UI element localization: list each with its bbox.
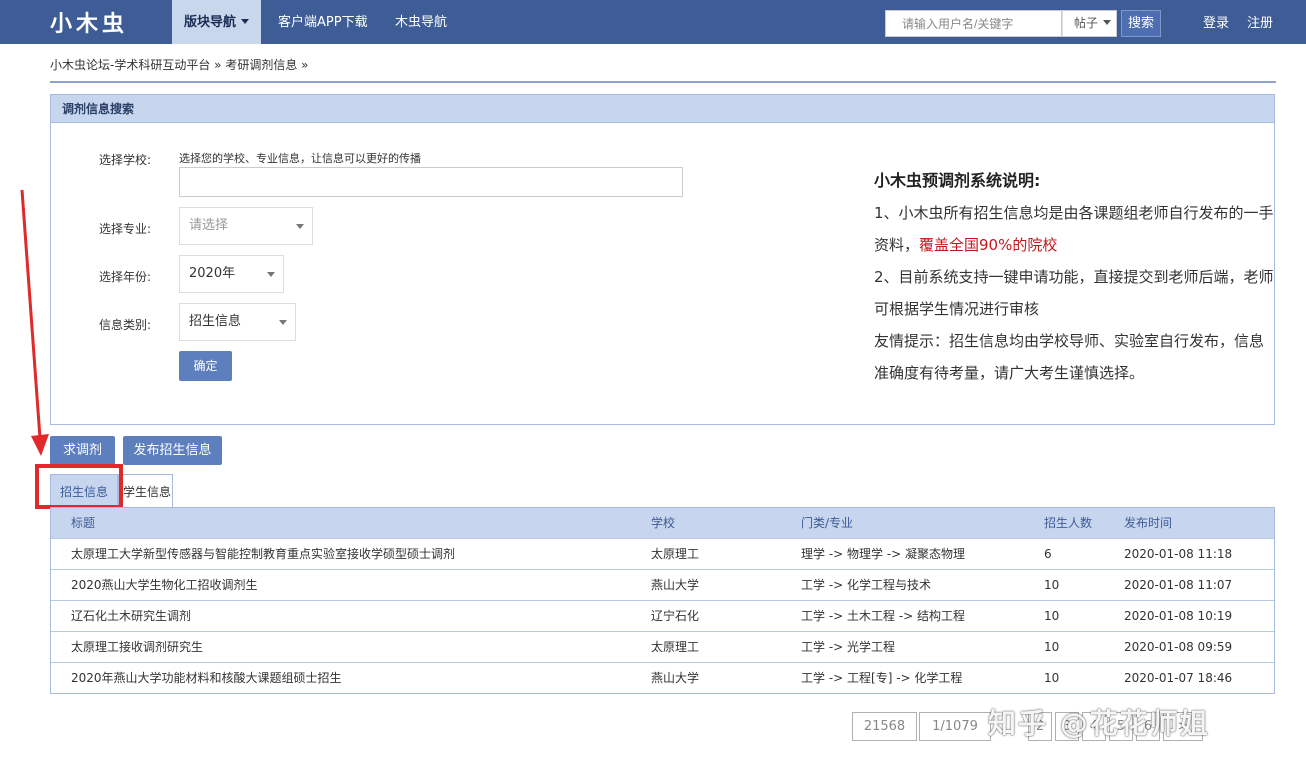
row-school: 燕山大学 [651, 578, 700, 592]
arrow-head [31, 434, 49, 456]
row-count: 6 [1044, 547, 1052, 561]
row-count: 10 [1044, 640, 1060, 654]
row-title-link[interactable]: 2020年燕山大学功能材料和核酸大课题组硕士招生 [71, 663, 342, 693]
table-row[interactable]: 太原理工接收调剂研究生 太原理工 工学 -> 光学工程 10 2020-01-0… [51, 631, 1274, 662]
table-row[interactable]: 辽石化土木研究生调剂 辽宁石化 工学 -> 土木工程 -> 结构工程 10 20… [51, 600, 1274, 631]
row-time: 2020-01-08 11:07 [1124, 578, 1233, 592]
row-major: 工学 -> 土木工程 -> 结构工程 [801, 609, 966, 623]
row-time: 2020-01-08 11:18 [1124, 547, 1233, 561]
annotation-highlight-box [35, 464, 123, 509]
col-school: 学校 [651, 516, 676, 530]
total-count: 21568 [852, 712, 917, 741]
table-row[interactable]: 2020燕山大学生物化工招收调剂生 燕山大学 工学 -> 化学工程与技术 10 … [51, 569, 1274, 600]
col-title: 标题 [71, 516, 96, 530]
row-major: 理学 -> 物理学 -> 凝聚态物理 [801, 547, 966, 561]
row-time: 2020-01-08 09:59 [1124, 640, 1233, 654]
row-time: 2020-01-08 10:19 [1124, 609, 1233, 623]
col-time: 发布时间 [1124, 516, 1173, 530]
row-title-link[interactable]: 太原理工大学新型传感器与智能控制教育重点实验室接收学硕型硕士调剂 [71, 539, 455, 569]
row-title-link[interactable]: 2020燕山大学生物化工招收调剂生 [71, 570, 258, 600]
row-school: 太原理工 [651, 547, 700, 561]
col-count: 招生人数 [1044, 516, 1093, 530]
watermark: 知乎 @花花师姐 [988, 707, 1210, 740]
row-title-link[interactable]: 太原理工接收调剂研究生 [71, 632, 203, 662]
table-row[interactable]: 2020年燕山大学功能材料和核酸大课题组硕士招生 燕山大学 工学 -> 工程[专… [51, 662, 1274, 693]
row-major: 工学 -> 化学工程与技术 [801, 578, 932, 592]
row-school: 太原理工 [651, 640, 700, 654]
row-major: 工学 -> 光学工程 [801, 640, 896, 654]
row-count: 10 [1044, 671, 1060, 685]
row-title-link[interactable]: 辽石化土木研究生调剂 [71, 601, 191, 631]
page-indicator: 1/1079 [919, 712, 991, 741]
recruit-table: 标题 学校 门类/专业 招生人数 发布时间 太原理工大学新型传感器与智能控制教育… [50, 507, 1275, 694]
row-count: 10 [1044, 609, 1060, 623]
row-major: 工学 -> 工程[专] -> 化学工程 [801, 671, 963, 685]
row-time: 2020-01-07 18:46 [1124, 671, 1233, 685]
table-header: 标题 学校 门类/专业 招生人数 发布时间 [51, 508, 1274, 538]
row-count: 10 [1044, 578, 1060, 592]
arrow-line [20, 189, 42, 439]
table-row[interactable]: 太原理工大学新型传感器与智能控制教育重点实验室接收学硕型硕士调剂 太原理工 理学… [51, 538, 1274, 569]
row-school: 燕山大学 [651, 671, 700, 685]
col-major: 门类/专业 [801, 516, 854, 530]
row-school: 辽宁石化 [651, 609, 700, 623]
